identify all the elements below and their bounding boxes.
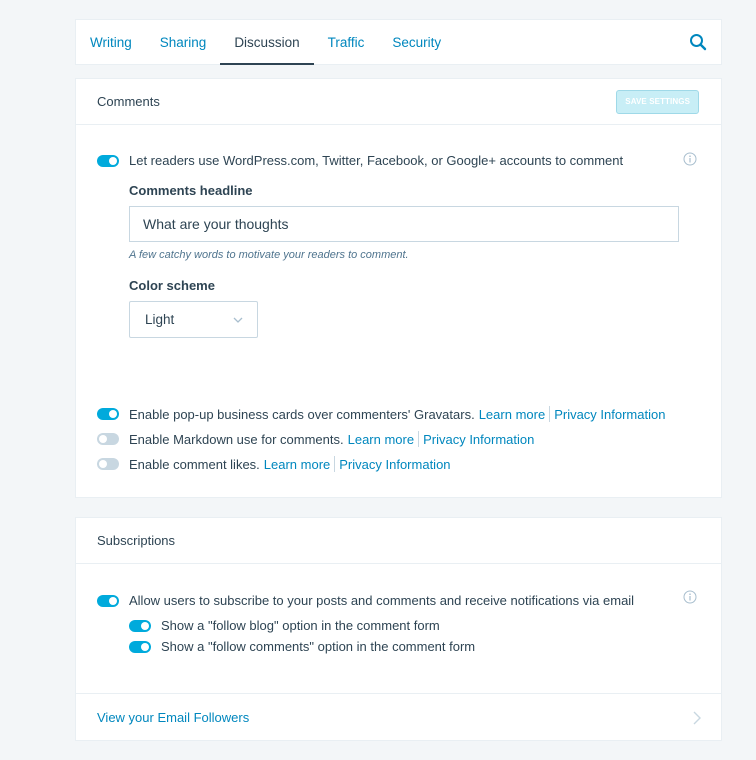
comments-title: Comments — [97, 94, 160, 109]
tab-discussion[interactable]: Discussion — [220, 20, 314, 65]
subscriptions-card-header: Subscriptions — [76, 518, 721, 564]
follow-blog-toggle[interactable] — [129, 619, 151, 632]
search-icon — [690, 34, 707, 51]
section-nav-tabs: Writing Sharing Discussion Traffic Secur… — [75, 19, 722, 65]
comment-likes-label: Enable comment likes. — [129, 456, 260, 472]
email-followers-label: View your Email Followers — [97, 710, 250, 725]
subscribe-label: Allow users to subscribe to your posts a… — [129, 593, 635, 608]
comments-headline-input[interactable] — [129, 206, 679, 242]
email-followers-link[interactable]: View your Email Followers — [76, 693, 721, 741]
social-login-label: Let readers use WordPress.com, Twitter, … — [129, 153, 624, 168]
markdown-toggle[interactable] — [97, 433, 119, 445]
follow-comments-label: Show a "follow comments" option in the c… — [161, 639, 476, 654]
comment-likes-toggle[interactable] — [97, 458, 119, 470]
chevron-right-icon — [693, 711, 701, 724]
link-separator — [334, 456, 336, 472]
tab-sharing[interactable]: Sharing — [146, 20, 221, 64]
social-login-row: Let readers use WordPress.com, Twitter, … — [97, 153, 623, 168]
subscribe-toggle[interactable] — [97, 594, 119, 607]
likes-privacy-link[interactable]: Privacy Information — [339, 457, 450, 472]
color-scheme-select[interactable]: Light — [129, 301, 258, 338]
subscriptions-card: Subscriptions Allow users to subscribe t… — [75, 517, 722, 741]
color-scheme-value: Light — [145, 312, 175, 327]
markdown-learn-more-link[interactable]: Learn more — [348, 432, 414, 447]
markdown-label: Enable Markdown use for comments. — [129, 431, 344, 447]
info-icon[interactable] — [683, 152, 697, 166]
gravatar-cards-label: Enable pop-up business cards over commen… — [129, 406, 475, 422]
link-separator — [418, 431, 420, 447]
markdown-privacy-link[interactable]: Privacy Information — [423, 432, 534, 447]
social-login-toggle[interactable] — [97, 154, 119, 167]
comments-headline-label: Comments headline — [129, 183, 253, 198]
gravatar-learn-more-link[interactable]: Learn more — [479, 407, 545, 422]
subscribe-row: Allow users to subscribe to your posts a… — [97, 593, 634, 608]
tab-security[interactable]: Security — [378, 20, 455, 64]
tab-traffic[interactable]: Traffic — [314, 20, 379, 64]
tab-writing[interactable]: Writing — [76, 20, 146, 64]
comments-headline-hint: A few catchy words to motivate your read… — [129, 249, 409, 261]
color-scheme-label: Color scheme — [129, 278, 215, 293]
subscriptions-title: Subscriptions — [97, 533, 176, 548]
save-settings-button[interactable]: SAVE SETTINGS — [616, 89, 699, 114]
follow-blog-row: Show a "follow blog" option in the comme… — [129, 618, 440, 633]
comment-likes-row: Enable comment likes. Learn more Privacy… — [97, 456, 451, 472]
gravatar-cards-toggle[interactable] — [97, 408, 119, 420]
gravatar-cards-row: Enable pop-up business cards over commen… — [97, 406, 665, 422]
search-button[interactable] — [675, 20, 721, 64]
info-icon[interactable] — [683, 590, 697, 604]
follow-comments-toggle[interactable] — [129, 640, 151, 653]
follow-comments-row: Show a "follow comments" option in the c… — [129, 639, 475, 654]
comments-card: Comments SAVE SETTINGS Let readers use W… — [75, 78, 722, 498]
likes-learn-more-link[interactable]: Learn more — [264, 457, 330, 472]
chevron-down-icon — [233, 317, 243, 323]
link-separator — [549, 406, 551, 422]
gravatar-privacy-link[interactable]: Privacy Information — [554, 407, 665, 422]
markdown-row: Enable Markdown use for comments. Learn … — [97, 431, 534, 447]
comments-card-header: Comments SAVE SETTINGS — [76, 79, 721, 125]
follow-blog-label: Show a "follow blog" option in the comme… — [161, 618, 440, 633]
